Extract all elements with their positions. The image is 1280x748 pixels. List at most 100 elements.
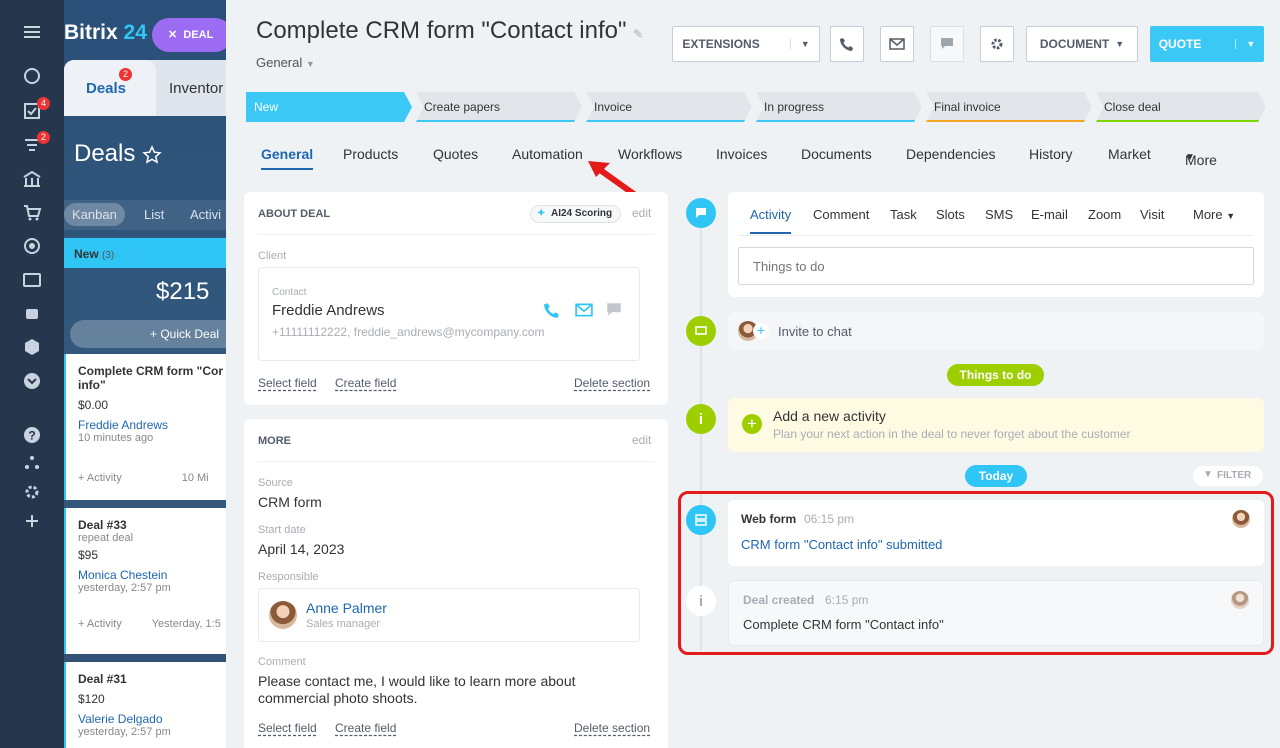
tab-slots[interactable]: Slots [936, 207, 965, 222]
start-date-value: April 14, 2023 [258, 541, 345, 557]
contact-card: Contact Freddie Andrews +11111112222, fr… [258, 267, 640, 361]
tasks-badge: 4 [37, 97, 50, 110]
edit-link[interactable]: edit [632, 433, 651, 447]
delete-section-link[interactable]: Delete section [574, 721, 650, 735]
responsible-label: Responsible [258, 571, 319, 583]
phone-icon [840, 38, 853, 51]
ai-scoring-pill[interactable]: ✦ AI24 Scoring [530, 205, 622, 223]
mail-icon [889, 38, 905, 50]
chat-button[interactable] [930, 26, 964, 62]
view-list[interactable]: List [144, 207, 164, 222]
extensions-button[interactable]: EXTENSIONS ▼ [672, 26, 820, 62]
settings-icon[interactable] [22, 482, 42, 502]
client-label: Client [258, 250, 287, 262]
tab-general[interactable]: General [261, 146, 314, 170]
view-activity[interactable]: Activi [190, 207, 221, 222]
tab-dependencies[interactable]: Dependencies [906, 146, 996, 162]
tab-task[interactable]: Task [890, 207, 917, 222]
quote-button[interactable]: QUOTE ▼ [1150, 26, 1264, 62]
help-icon[interactable]: ? [22, 425, 42, 445]
select-field-link[interactable]: Select field [258, 721, 317, 735]
tab-comment[interactable]: Comment [813, 207, 869, 222]
tab-history[interactable]: History [1029, 146, 1073, 162]
tab-zoom[interactable]: Zoom [1088, 207, 1121, 222]
add-icon: + [742, 414, 762, 434]
responsible-name[interactable]: Anne Palmer [306, 600, 387, 616]
left-rail: 4 2 ? [0, 0, 64, 748]
tab-inventory[interactable]: Inventor [169, 80, 223, 97]
tab-automation[interactable]: Automation [512, 146, 583, 162]
ai-icon: ✦ [537, 208, 546, 219]
section-title: MORE [258, 435, 291, 447]
stage-create-papers[interactable]: Create papers [416, 92, 582, 122]
contact-card-icon[interactable] [22, 270, 42, 290]
deal-pill[interactable]: ✕ DEAL [152, 18, 232, 52]
feed-icon[interactable] [22, 66, 42, 86]
create-field-link[interactable]: Create field [335, 721, 396, 735]
column-sum: $215 [156, 278, 210, 305]
stage-new[interactable]: New [246, 92, 412, 122]
target-icon[interactable] [22, 236, 42, 256]
invite-chat-row[interactable]: + Invite to chat [728, 312, 1264, 350]
stage-invoice[interactable]: Invoice [586, 92, 752, 122]
edit-icon[interactable]: ✎ [633, 27, 643, 41]
gear-icon [991, 38, 1003, 50]
about-deal-section: ABOUT DEAL edit Client Contact Freddie A… [244, 192, 668, 405]
contact-info: +11111112222, freddie_andrews@mycompany.… [272, 325, 545, 339]
edit-link[interactable]: edit [632, 206, 651, 220]
deal-slider: Complete CRM form "Contact info" ✎ Gener… [226, 0, 1280, 748]
delete-section-link[interactable]: Delete section [574, 376, 650, 390]
tab-invoices[interactable]: Invoices [716, 146, 767, 162]
cart-icon[interactable] [22, 203, 42, 223]
chat-icon [695, 326, 707, 335]
stage-in-progress[interactable]: In progress [756, 92, 922, 122]
email-button[interactable] [880, 26, 914, 62]
chevron-circle-icon[interactable] [22, 371, 42, 391]
call-button[interactable] [830, 26, 864, 62]
start-date-label: Start date [258, 524, 306, 536]
settings-button[interactable] [980, 26, 1014, 62]
tab-visit[interactable]: Visit [1140, 207, 1164, 222]
box-icon[interactable] [22, 337, 42, 357]
tab-sms[interactable]: SMS [985, 207, 1013, 222]
stage-bar: New Create papers Invoice In progress Fi… [246, 92, 1266, 122]
tab-more-activity[interactable]: More ▼ [1193, 207, 1235, 222]
todo-input[interactable] [738, 247, 1254, 285]
robot-icon[interactable] [22, 303, 42, 323]
phone-icon[interactable] [543, 301, 561, 319]
filter-button[interactable]: ▼ FILTER [1193, 466, 1263, 486]
tab-email[interactable]: E-mail [1031, 207, 1068, 222]
avatar [269, 601, 297, 629]
activity-editor: Activity Comment Task Slots SMS E-mail Z… [728, 192, 1264, 297]
activity-editor-dot [686, 198, 716, 228]
view-kanban[interactable]: Kanban [64, 203, 125, 226]
document-button[interactable]: DOCUMENT ▼ [1026, 26, 1138, 62]
bank-icon[interactable] [22, 169, 42, 189]
stage-final-invoice[interactable]: Final invoice [926, 92, 1092, 122]
chat-icon[interactable] [605, 301, 623, 319]
tab-quotes[interactable]: Quotes [433, 146, 478, 162]
tab-products[interactable]: Products [343, 146, 398, 162]
plus-icon[interactable] [22, 511, 42, 531]
info-dot: i [686, 404, 716, 434]
tab-activity[interactable]: Activity [750, 207, 792, 234]
structure-icon[interactable] [22, 453, 42, 473]
menu-icon[interactable] [22, 22, 42, 42]
category-selector[interactable]: General ▼ [256, 55, 315, 70]
select-field-link[interactable]: Select field [258, 376, 317, 390]
star-icon[interactable] [142, 145, 162, 165]
tab-documents[interactable]: Documents [801, 146, 872, 162]
chat-icon [941, 38, 953, 49]
create-field-link[interactable]: Create field [335, 376, 396, 390]
add-activity-card[interactable]: + Add a new activity Plan your next acti… [728, 398, 1264, 452]
tab-market[interactable]: Market [1108, 146, 1151, 162]
comment-label: Comment [258, 656, 306, 668]
source-label: Source [258, 477, 293, 489]
stage-close-deal[interactable]: Close deal [1096, 92, 1266, 122]
mail-icon[interactable] [575, 301, 593, 319]
contact-name[interactable]: Freddie Andrews [272, 302, 385, 319]
divider [258, 461, 654, 462]
things-to-do-badge: Things to do [947, 364, 1044, 386]
tab-deals[interactable]: Deals [64, 60, 156, 116]
divider [258, 234, 654, 235]
